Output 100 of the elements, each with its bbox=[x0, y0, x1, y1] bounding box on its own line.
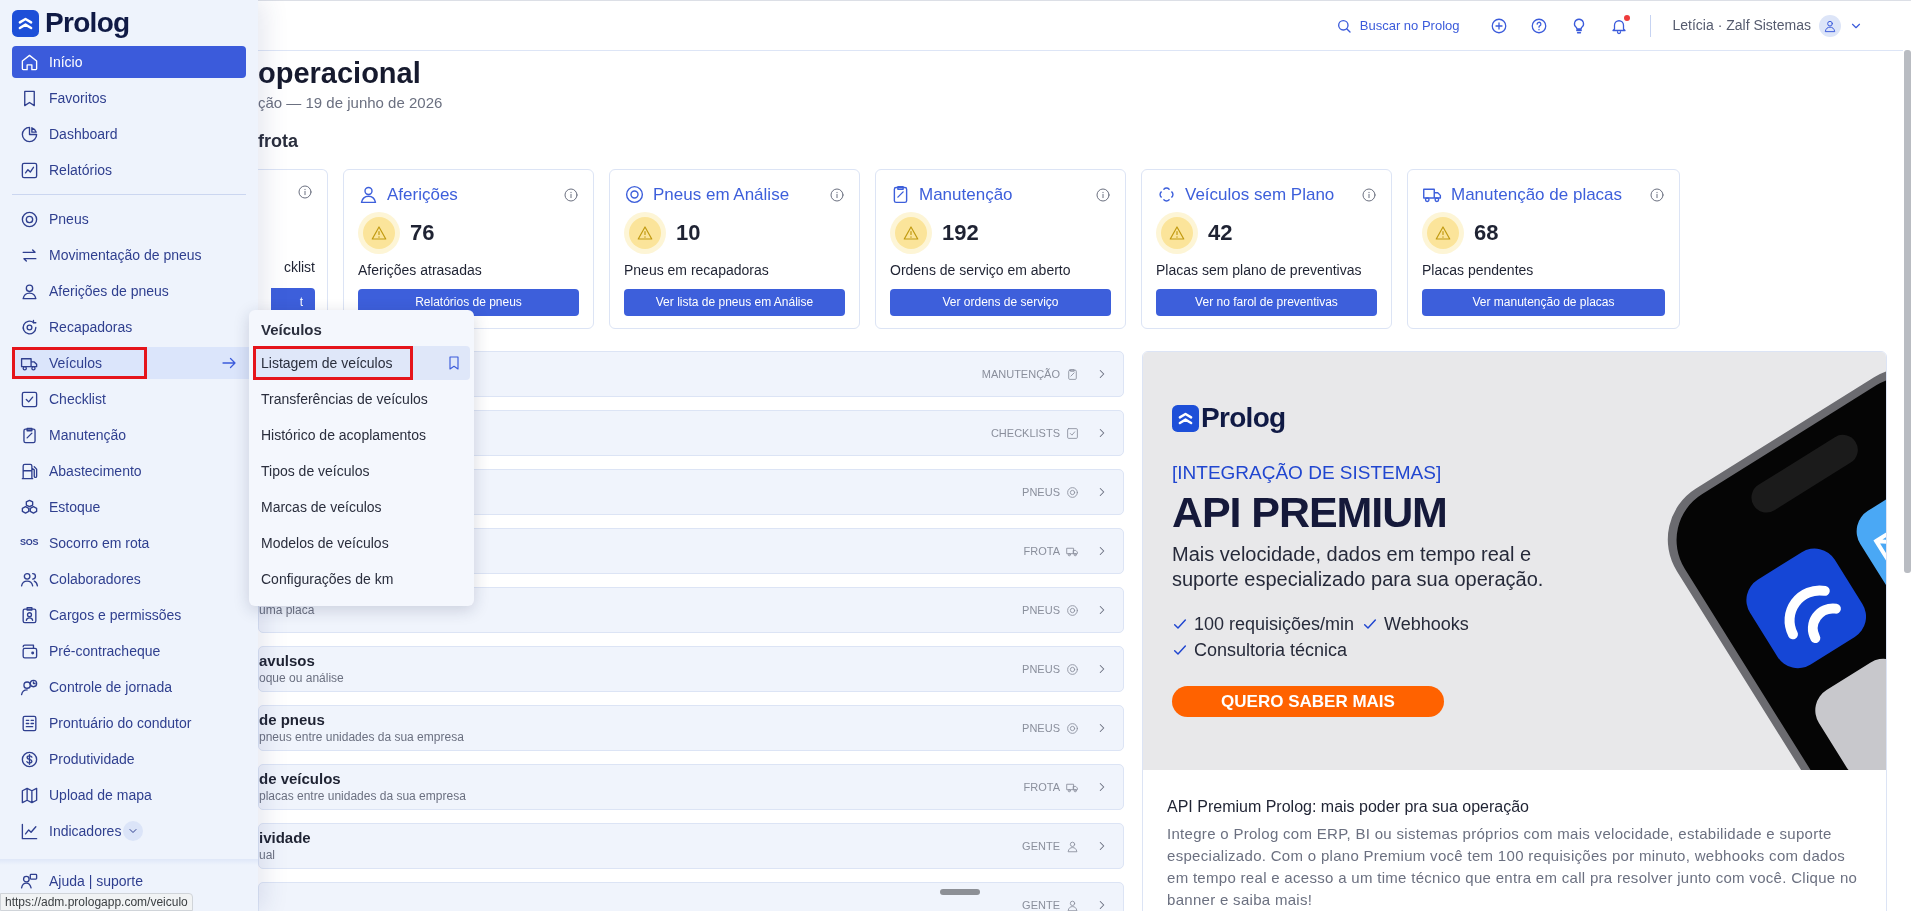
sidebar-item[interactable]: Início bbox=[12, 46, 246, 78]
sidebar-item[interactable]: Manutenção bbox=[12, 419, 246, 451]
wallet-icon bbox=[20, 641, 39, 661]
sidebar-item[interactable]: Dashboard bbox=[12, 118, 246, 150]
card-button[interactable]: Ver no farol de preventivas bbox=[1156, 288, 1377, 316]
card-button[interactable]: Ver ordens de serviço bbox=[890, 288, 1111, 316]
shortcut-row[interactable]: avulsos oque ou análise PNEUS bbox=[258, 646, 1124, 692]
banner-caption-text: Integre o Prolog com ERP, BI ou sistemas próprios com mais velocidade, estabilidade e suporte especializado. Com o plano Premium você tem 100 requisições por minuto, webhooks com dados em tempo real e acesso a um time técnico que entra em call pra resolver junto com você. Clique no banner e saiba mais! bbox=[1167, 824, 1859, 910]
category-tag: FROTA bbox=[1023, 542, 1060, 560]
shortcut-row[interactable]: de veículos placas entre unidades da sua empresa FROTA bbox=[258, 764, 1124, 810]
row-title: de pneus bbox=[259, 711, 326, 729]
category-tag: PNEUS bbox=[1022, 660, 1060, 678]
notifications-button[interactable] bbox=[1609, 16, 1628, 35]
sidebar-item[interactable]: Recapadoras bbox=[12, 311, 246, 343]
sidebar-item[interactable]: Aferições de pneus bbox=[12, 275, 246, 307]
card-count: 10 bbox=[676, 219, 701, 247]
info-icon bbox=[563, 186, 579, 203]
banner-feature: 100 requisições/min bbox=[1194, 613, 1355, 636]
shortcut-row[interactable]: ividade ual GENTE bbox=[258, 823, 1124, 869]
fuel-pump-icon bbox=[20, 461, 39, 481]
row-subtitle: uma placa bbox=[259, 602, 316, 618]
avatar[interactable] bbox=[1819, 14, 1841, 37]
line-chart-icon bbox=[20, 821, 39, 841]
card-title: Manutenção bbox=[919, 184, 1013, 206]
card-count: 192 bbox=[942, 219, 979, 247]
scrollbar-thumb[interactable] bbox=[1904, 50, 1911, 573]
sidebar-item[interactable]: Pré-contracheque bbox=[12, 635, 246, 667]
sidebar-item[interactable]: Controle de jornada bbox=[12, 671, 246, 703]
logo-text: Prolog bbox=[1201, 404, 1286, 432]
bookmark-icon bbox=[446, 355, 462, 371]
refresh-tire-icon bbox=[20, 317, 39, 337]
sidebar-item[interactable]: Relatórios bbox=[12, 154, 246, 186]
check-icon bbox=[1172, 616, 1188, 632]
logo-icon bbox=[1172, 404, 1199, 432]
row-subtitle: ual bbox=[259, 847, 276, 863]
user-name[interactable]: Letícia · Zalf Sistemas bbox=[1672, 15, 1811, 36]
card-caption: Placas sem plano de preventivas bbox=[1156, 260, 1363, 280]
person-icon bbox=[1066, 898, 1079, 911]
person-help-icon bbox=[20, 871, 39, 891]
row-title: ividade bbox=[259, 829, 312, 847]
flyout-item[interactable]: Listagem de veículos bbox=[253, 346, 470, 380]
page-title: operacional bbox=[258, 56, 422, 91]
flyout-title: Veículos bbox=[260, 320, 323, 340]
sidebar-item[interactable]: Abastecimento bbox=[12, 455, 246, 487]
card-caption: Ordens de serviço em aberto bbox=[890, 260, 1072, 280]
card-count: 76 bbox=[410, 219, 435, 247]
help-icon bbox=[1529, 16, 1548, 35]
sidebar-item[interactable]: SOS Socorro em rota bbox=[12, 527, 246, 559]
card-button[interactable]: Ver manutenção de placas bbox=[1422, 288, 1665, 316]
card-button[interactable]: Ver lista de pneus em Análise bbox=[624, 288, 845, 316]
person-clock-icon bbox=[20, 677, 39, 697]
sidebar-item[interactable]: Produtividade bbox=[12, 743, 246, 775]
row-title: avulsos bbox=[259, 652, 316, 670]
add-icon bbox=[1489, 16, 1508, 35]
card-title: Aferições bbox=[387, 184, 458, 206]
map-icon bbox=[20, 785, 39, 805]
card-caption: Aferições atrasadas bbox=[358, 260, 483, 280]
category-tag: FROTA bbox=[1023, 778, 1060, 796]
card-count: 68 bbox=[1474, 219, 1499, 247]
category-tag: PNEUS bbox=[1022, 719, 1060, 737]
sidebar-item[interactable]: Upload de mapa bbox=[12, 779, 246, 811]
banner-caption-title: API Premium Prolog: mais poder pra sua operação bbox=[1167, 797, 1530, 817]
category-tag: PNEUS bbox=[1022, 483, 1060, 501]
id-badge-icon bbox=[20, 605, 39, 625]
logo-icon bbox=[12, 9, 39, 37]
banner-lead: Mais velocidade, dados em tempo real e suporte especializado para sua operação. bbox=[1172, 542, 1545, 592]
tire-icon bbox=[1066, 721, 1079, 735]
sidebar-item[interactable]: Pneus bbox=[12, 203, 246, 235]
sidebar-item[interactable]: Checklist bbox=[12, 383, 246, 415]
row-subtitle: placas entre unidades da sua empresa bbox=[259, 788, 467, 804]
check-icon bbox=[1172, 642, 1188, 658]
scroll-handle[interactable] bbox=[940, 889, 980, 895]
sidebar-item[interactable]: Estoque bbox=[12, 491, 246, 523]
sidebar-item[interactable]: Indicadores bbox=[12, 815, 246, 847]
card-title: Manutenção de placas bbox=[1451, 184, 1623, 206]
sidebar-item[interactable]: Favoritos bbox=[12, 82, 246, 114]
search-icon bbox=[1335, 17, 1352, 34]
tire-icon bbox=[1066, 603, 1079, 617]
sidebar-item[interactable]: Prontuário do condutor bbox=[12, 707, 246, 739]
info-icon bbox=[297, 184, 313, 200]
shortcut-row[interactable]: de pneus pneus entre unidades da sua empresa PNEUS bbox=[258, 705, 1124, 751]
sidebar-item[interactable]: Cargos e permissões bbox=[12, 599, 246, 631]
help-button[interactable] bbox=[1529, 16, 1548, 35]
sidebar-item[interactable]: Movimentação de pneus bbox=[12, 239, 246, 271]
banner-feature: Webhooks bbox=[1384, 613, 1469, 636]
document-icon bbox=[20, 713, 39, 733]
promo-banner[interactable]: Prolog [INTEGRAÇÃO DE SISTEMAS] API PREMIUM Mais velocidade, dados em tempo real e suporte especializado para sua operação. 100 requisições/min Webhooks Consultoria técnica QUERO SABER MAIS bbox=[1143, 352, 1886, 770]
tire-icon bbox=[20, 209, 39, 229]
search-button[interactable]: Buscar no Prolog bbox=[1335, 15, 1460, 36]
sidebar-item[interactable]: Colaboradores bbox=[12, 563, 246, 595]
person-icon bbox=[1066, 839, 1079, 853]
tire-icon bbox=[624, 184, 645, 206]
category-tag: PNEUS bbox=[1022, 601, 1060, 619]
status-url: https://adm.prologapp.com/veiculo bbox=[0, 893, 193, 911]
pie-chart-icon bbox=[20, 124, 39, 144]
category-tag: CHECKLISTS bbox=[990, 424, 1060, 442]
add-button[interactable] bbox=[1489, 16, 1508, 35]
info-icon bbox=[1649, 186, 1665, 203]
category-tag: GENTE bbox=[1022, 896, 1060, 911]
checkbox-icon bbox=[20, 389, 39, 409]
